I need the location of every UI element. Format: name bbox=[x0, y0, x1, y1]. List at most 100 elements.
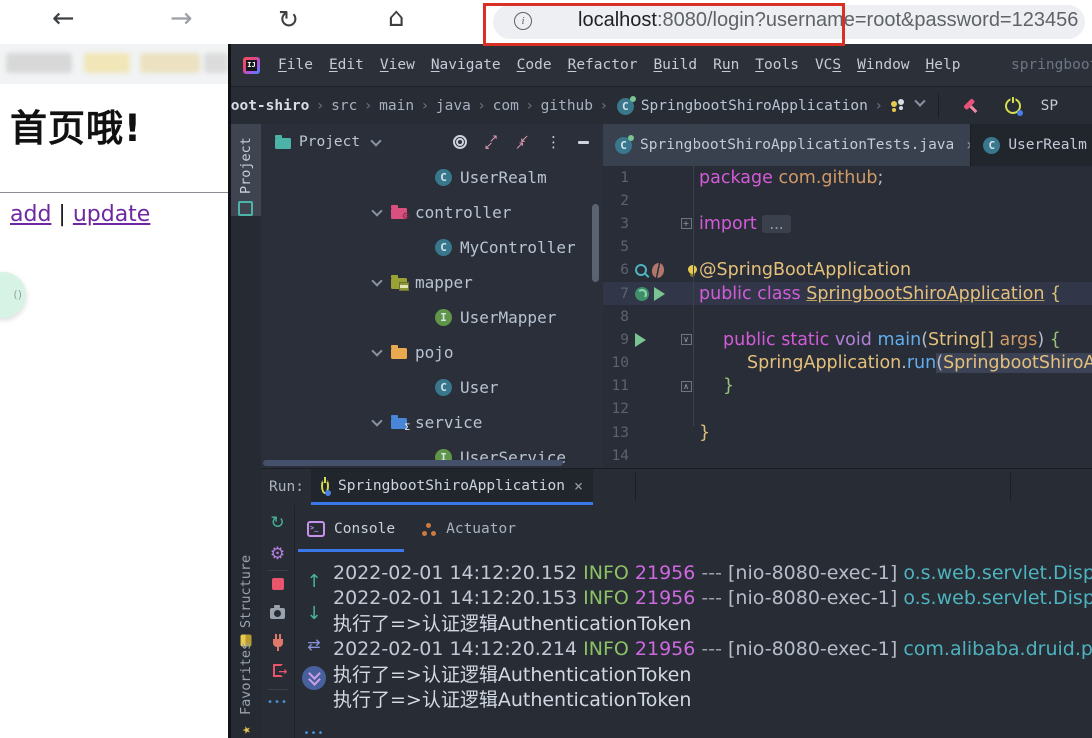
line-number: 12 bbox=[611, 401, 629, 418]
gutter-icons bbox=[629, 261, 677, 279]
up-arrow-icon[interactable]: ↑ bbox=[306, 573, 321, 591]
fold-open-icon[interactable]: ∨ bbox=[680, 334, 692, 346]
hide-panel-icon[interactable] bbox=[578, 140, 589, 144]
settings-gear-icon[interactable]: ⚙ bbox=[270, 546, 285, 563]
run-config-name[interactable]: SP bbox=[1041, 98, 1058, 114]
url-highlight-annotation bbox=[483, 3, 845, 46]
rerun-icon[interactable]: ↻ bbox=[270, 515, 284, 532]
reload-icon[interactable]: ↻ bbox=[278, 5, 299, 34]
project-panel-header[interactable]: Project ↗ ↙ ↙ ↗ ⋮ bbox=[261, 124, 603, 160]
run-play-icon[interactable] bbox=[654, 286, 665, 301]
console-tab-actuator[interactable]: Actuator bbox=[421, 521, 516, 537]
editor-tab-UserRealm[interactable]: C UserRealm bbox=[971, 124, 1092, 166]
chevron-expanded-icon[interactable] bbox=[371, 275, 383, 287]
editor-tab-SpringbootShiroApplicationTests.java[interactable]: CSpringbootShiroApplicationTests.java× bbox=[603, 124, 972, 166]
plug-icon[interactable] bbox=[272, 634, 283, 651]
menu-item-edit[interactable]: Edit bbox=[321, 44, 372, 86]
expand-all-icon[interactable]: ↗ ↙ bbox=[484, 132, 498, 152]
fold-close-icon[interactable]: ∧ bbox=[680, 380, 692, 392]
menu-item-refactor[interactable]: Refactor bbox=[560, 44, 646, 86]
add-link[interactable]: add bbox=[10, 202, 51, 227]
code-area[interactable]: 1 package com.github; 2 3 + import ... 5 6 @Spri… bbox=[603, 166, 1092, 468]
breadcrumb-separator: › bbox=[478, 98, 485, 114]
menu-item-window[interactable]: Window bbox=[849, 44, 917, 86]
line-number: 9 bbox=[620, 331, 629, 348]
tree-item-controller[interactable]: ⚙ controller bbox=[261, 195, 603, 230]
collapse-all-icon[interactable]: ↙ ↗ bbox=[515, 132, 529, 152]
menu-item-vcs[interactable]: VCS bbox=[807, 44, 849, 86]
menu-item-navigate[interactable]: Navigate bbox=[423, 44, 509, 86]
favorites-star-icon: ★ bbox=[238, 722, 254, 738]
breadcrumb-item-java[interactable]: java bbox=[436, 98, 471, 114]
breadcrumb-class[interactable]: SpringbootShiroApplication bbox=[641, 98, 868, 114]
tree-item-pojo[interactable]: pojo bbox=[261, 335, 603, 370]
window-title: springboot bbox=[1011, 57, 1092, 73]
tree-item-User[interactable]: C User bbox=[261, 370, 603, 405]
run-play-icon[interactable] bbox=[635, 332, 646, 347]
floating-widget[interactable]: () bbox=[0, 272, 26, 318]
back-icon[interactable]: ← bbox=[52, 3, 75, 34]
tree-item-UserMapper[interactable]: I UserMapper bbox=[261, 300, 603, 335]
tool-strip-project[interactable]: Project bbox=[231, 124, 261, 216]
menu-item-tools[interactable]: Tools bbox=[747, 44, 807, 86]
exit-icon[interactable] bbox=[272, 664, 288, 678]
chevron-expanded-icon[interactable] bbox=[371, 345, 383, 357]
locate-file-icon[interactable] bbox=[453, 135, 467, 149]
code-line-10: 10 SpringApplication.run(SpringbootShiroA… bbox=[603, 352, 1092, 375]
breadcrumb-item-src[interactable]: src bbox=[331, 98, 357, 114]
browser-page: 首页哦! add | update () bbox=[0, 84, 228, 738]
chevron-down-icon[interactable] bbox=[370, 135, 382, 147]
console-toolbar: ↑ ↓ ⇄ ••• bbox=[295, 555, 333, 738]
menu-item-build[interactable]: Build bbox=[645, 44, 705, 86]
tool-strip-favorites[interactable]: ★ Favorites bbox=[231, 642, 261, 738]
code-text: public static void main(String[] args) { bbox=[723, 329, 1061, 350]
console-output[interactable]: 2022-02-01 14:12:20.152 INFO 21956 --- [… bbox=[333, 561, 1092, 731]
breadcrumb-item-github[interactable]: github bbox=[541, 98, 593, 114]
options-kebab-icon[interactable]: ⋮ bbox=[546, 133, 561, 151]
scroll-to-end-icon[interactable] bbox=[302, 666, 326, 690]
update-link[interactable]: update bbox=[73, 202, 151, 227]
more-options-icon[interactable]: ••• bbox=[303, 728, 324, 738]
tree-item-mapper[interactable]: mapper bbox=[261, 265, 603, 300]
menu-item-help[interactable]: Help bbox=[918, 44, 969, 86]
menu-item-view[interactable]: View bbox=[372, 44, 423, 86]
tree-item-MyController[interactable]: C MyController bbox=[261, 230, 603, 265]
tool-strip-structure[interactable]: Structure bbox=[231, 518, 261, 647]
log-line-1: 2022-02-01 14:12:20.152 INFO 21956 --- [… bbox=[333, 562, 1092, 584]
console-tab-console[interactable]: Console bbox=[307, 521, 395, 537]
tree-item-service[interactable]: Σservice bbox=[261, 405, 603, 440]
bookmark-item[interactable] bbox=[204, 53, 228, 73]
chevron-expanded-icon[interactable] bbox=[371, 415, 383, 427]
tree-vertical-scrollbar[interactable] bbox=[592, 204, 599, 282]
fold-plus-icon[interactable]: + bbox=[680, 218, 692, 230]
code-with-me-icon[interactable] bbox=[890, 99, 908, 113]
bookmark-item[interactable] bbox=[84, 53, 130, 73]
breadcrumb-item-main[interactable]: main bbox=[379, 98, 414, 114]
menu-item-run[interactable]: Run bbox=[705, 44, 747, 86]
build-hammer-icon[interactable] bbox=[959, 95, 982, 118]
run-config-power-icon[interactable] bbox=[1004, 98, 1023, 116]
bookmark-item[interactable] bbox=[6, 53, 72, 73]
springboot-run-icon[interactable] bbox=[635, 286, 649, 301]
project-panel-title: Project bbox=[299, 134, 361, 150]
breadcrumb-item-com[interactable]: com bbox=[493, 98, 519, 114]
chevron-down-icon bbox=[913, 95, 926, 107]
thread-dump-camera-icon[interactable] bbox=[270, 605, 285, 619]
forward-icon[interactable]: → bbox=[170, 3, 193, 34]
tree-horizontal-scrollbar[interactable] bbox=[263, 460, 563, 466]
menu-item-file[interactable]: File bbox=[270, 44, 321, 86]
soft-wrap-icon[interactable]: ⇄ bbox=[307, 635, 320, 654]
down-arrow-icon[interactable]: ↓ bbox=[306, 605, 321, 623]
tree-item-UserRealm[interactable]: C UserRealm bbox=[261, 160, 603, 195]
chevron-expanded-icon[interactable] bbox=[371, 205, 383, 217]
more-options-icon[interactable]: ••• bbox=[267, 697, 288, 708]
home-icon[interactable]: ⌂ bbox=[388, 3, 405, 33]
close-icon[interactable]: × bbox=[574, 477, 583, 495]
stop-icon[interactable] bbox=[271, 578, 284, 590]
breadcrumb-item-boot-shiro[interactable]: boot-shiro bbox=[231, 98, 309, 114]
spring-bean-icon[interactable] bbox=[650, 261, 666, 279]
menu-item-code[interactable]: Code bbox=[509, 44, 560, 86]
bookmark-item[interactable] bbox=[140, 53, 200, 73]
link-separator: | bbox=[51, 202, 73, 227]
run-config-tab[interactable]: SpringbootShiroApplication × bbox=[311, 469, 593, 505]
